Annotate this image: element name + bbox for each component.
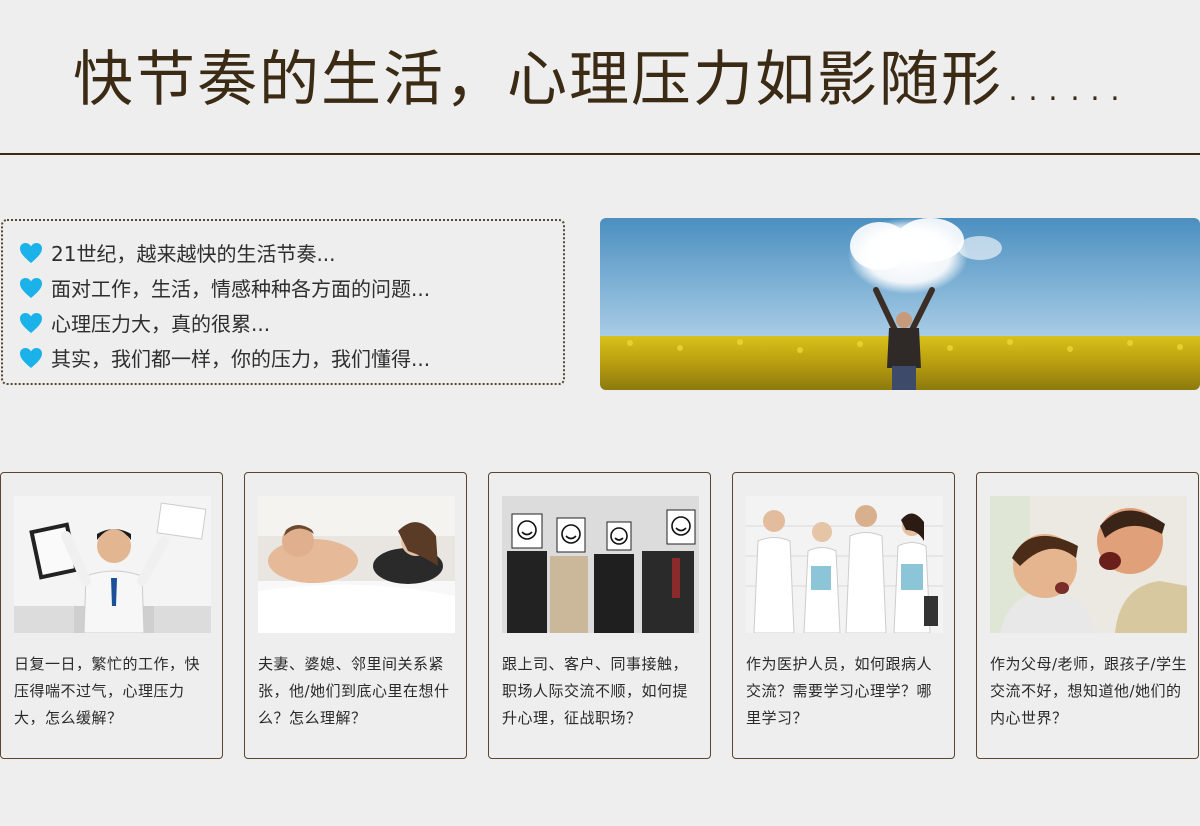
- medical-staff-illustration: [746, 496, 943, 633]
- smiley-faces-team-illustration: [502, 496, 699, 633]
- card-text: 作为父母/老师，跟孩子/学生交流不好，想知道他/她们的内心世界？: [990, 655, 1188, 727]
- card-relationships: 夫妻、婆媳、邻里间关系紧张，他/她们到底心里在想什么？怎么理解？: [244, 472, 467, 759]
- card-text: 日复一日，繁忙的工作，快压得喘不过气，心理压力大，怎么缓解？: [14, 655, 201, 727]
- heart-icon: [20, 312, 42, 333]
- hero-image: [600, 218, 1200, 390]
- card-photo-couple-in-bed: [258, 496, 455, 633]
- couple-in-bed-illustration: [258, 496, 455, 633]
- hero-illustration: [600, 218, 1200, 390]
- card-medical: 作为医护人员，如何跟病人交流？需要学习心理学？哪里学习？: [732, 472, 955, 759]
- heart-icon: [20, 242, 42, 263]
- card-text: 跟上司、客户、同事接触，职场人际交流不顺，如何提升心理，征战职场？: [502, 655, 689, 727]
- intro-text: 其实，我们都一样，你的压力，我们懂得...: [51, 347, 431, 371]
- card-photo-smiley-faces-team: [502, 496, 699, 633]
- intro-item: 心理压力大，真的很累...: [19, 305, 563, 340]
- card-text: 夫妻、婆媳、邻里间关系紧张，他/她们到底心里在想什么？怎么理解？: [258, 655, 450, 727]
- card-text: 作为医护人员，如何跟病人交流？需要学习心理学？哪里学习？: [746, 655, 933, 727]
- card-workplace: 跟上司、客户、同事接触，职场人际交流不顺，如何提升心理，征战职场？: [488, 472, 711, 759]
- heart-icon: [20, 277, 42, 298]
- intro-item: 面对工作，生活，情感种种各方面的问题...: [19, 270, 563, 305]
- card-photo-parent-shouting-at-child: [990, 496, 1187, 633]
- card-parenting: 作为父母/老师，跟孩子/学生交流不好，想知道他/她们的内心世界？: [976, 472, 1199, 759]
- heart-icon: [20, 347, 42, 368]
- stressed-office-worker-illustration: [14, 496, 211, 633]
- parent-shouting-illustration: [990, 496, 1187, 633]
- page-title: 快节奏的生活，心理压力如影随形……: [73, 45, 1127, 115]
- intro-text: 面对工作，生活，情感种种各方面的问题...: [51, 277, 431, 301]
- intro-box: 21世纪，越来越快的生活节奏... 面对工作，生活，情感种种各方面的问题... …: [1, 219, 565, 385]
- card-work-stress: 日复一日，繁忙的工作，快压得喘不过气，心理压力大，怎么缓解？: [0, 472, 223, 759]
- intro-text: 21世纪，越来越快的生活节奏...: [51, 242, 336, 266]
- card-photo-medical-staff: [746, 496, 943, 633]
- intro-item: 21世纪，越来越快的生活节奏...: [19, 235, 563, 270]
- title-divider: [0, 153, 1200, 155]
- intro-item: 其实，我们都一样，你的压力，我们懂得...: [19, 340, 563, 375]
- intro-text: 心理压力大，真的很累...: [51, 312, 271, 336]
- card-photo-stressed-office-worker: [14, 496, 211, 633]
